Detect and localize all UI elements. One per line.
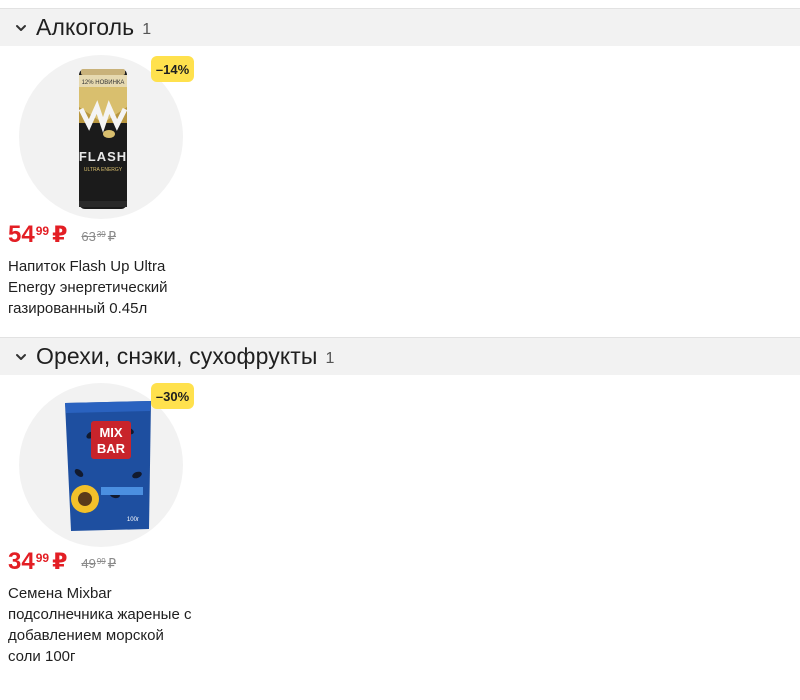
- catalog-page: Алкоголь 1 12% НОВИНКА FLASH ULTRA ENERG…: [0, 0, 800, 700]
- can-sub-text: ULTRA ENERGY: [84, 167, 123, 173]
- section-count: 1: [142, 20, 152, 38]
- section-count: 1: [325, 349, 335, 367]
- price-main: 34: [8, 548, 35, 575]
- section-header-snacks[interactable]: Орехи, снэки, сухофрукты 1: [0, 337, 800, 375]
- price-currency: ₽: [52, 549, 68, 574]
- can-brand-text: FLASH: [79, 149, 127, 164]
- old-price-cents: 39: [96, 230, 106, 239]
- bag-brand-line2: BAR: [97, 441, 126, 456]
- old-price-main: 49: [81, 556, 96, 571]
- old-price-main: 63: [81, 229, 96, 244]
- old-price-currency: ₽: [107, 229, 117, 244]
- price-cents: 99: [35, 551, 50, 565]
- price-currency: ₽: [52, 222, 68, 247]
- price-cents: 99: [35, 224, 50, 238]
- old-price-cents: 99: [96, 557, 106, 566]
- section-title: Орехи, снэки, сухофрукты: [36, 343, 318, 369]
- product-name[interactable]: Семена Mixbar подсолнечника жареные с до…: [8, 583, 193, 667]
- section-title: Алкоголь: [36, 14, 135, 40]
- old-price-currency: ₽: [107, 556, 117, 571]
- price-row: 34 99 ₽ 49 99 ₽: [8, 550, 116, 574]
- product-name[interactable]: Напиток Flash Up Ultra Energy энергетиче…: [8, 256, 193, 319]
- can-top-text: 12% НОВИНКА: [82, 80, 125, 86]
- bag-brand-line1: MIX: [99, 425, 122, 440]
- chevron-down-icon[interactable]: [12, 348, 30, 366]
- section-header-alcohol[interactable]: Алкоголь 1: [0, 8, 800, 46]
- old-price: 63 39 ₽: [81, 230, 116, 244]
- chevron-down-icon[interactable]: [12, 19, 30, 37]
- price-row: 54 99 ₽ 63 39 ₽: [8, 223, 116, 247]
- bag-weight-text: 100г: [127, 517, 140, 523]
- discount-badge: –30%: [151, 383, 194, 409]
- price-main: 54: [8, 221, 35, 248]
- discount-badge: –14%: [151, 56, 194, 82]
- old-price: 49 99 ₽: [81, 557, 116, 571]
